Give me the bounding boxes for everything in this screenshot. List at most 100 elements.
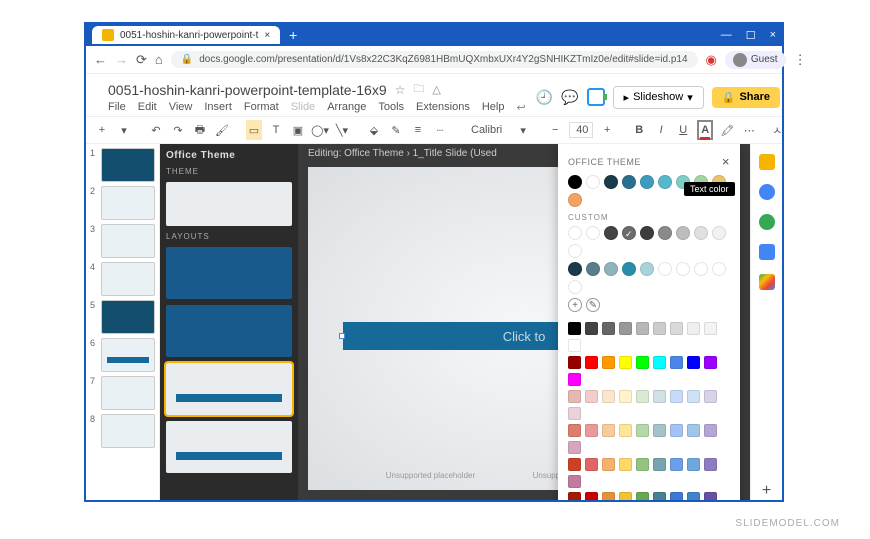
underline-button[interactable]: U <box>675 120 691 140</box>
keep-icon[interactable] <box>759 184 775 200</box>
color-swatch[interactable] <box>694 262 708 276</box>
color-swatch[interactable] <box>619 424 632 437</box>
star-icon[interactable]: ☆ <box>395 83 406 97</box>
minimize-icon[interactable]: — <box>721 29 732 42</box>
doc-title[interactable]: 0051-hoshin-kanri-powerpoint-template-16… <box>108 82 387 98</box>
cloud-icon[interactable]: △ <box>432 83 440 96</box>
color-swatch[interactable] <box>585 424 598 437</box>
menu-tools[interactable]: Tools <box>378 101 404 114</box>
color-swatch[interactable] <box>687 424 700 437</box>
color-swatch[interactable] <box>687 390 700 403</box>
color-swatch[interactable] <box>585 390 598 403</box>
color-swatch[interactable] <box>568 407 581 420</box>
color-swatch[interactable] <box>636 390 649 403</box>
color-swatch[interactable] <box>687 492 700 500</box>
meet-icon[interactable] <box>587 88 605 106</box>
color-swatch[interactable] <box>670 424 683 437</box>
thumb-6[interactable] <box>101 338 155 372</box>
thumb-1[interactable] <box>101 148 155 182</box>
color-swatch[interactable] <box>568 193 582 207</box>
menu-edit[interactable]: Edit <box>138 101 157 114</box>
color-swatch[interactable] <box>670 390 683 403</box>
color-swatch[interactable] <box>585 356 598 369</box>
fill-color-button[interactable]: ⬙ <box>366 120 382 140</box>
color-swatch[interactable] <box>636 492 649 500</box>
color-swatch[interactable] <box>604 226 618 240</box>
calendar-icon[interactable] <box>759 154 775 170</box>
color-swatch[interactable] <box>568 322 581 335</box>
color-swatch[interactable] <box>602 458 615 471</box>
close-window-icon[interactable]: × <box>770 29 776 42</box>
color-swatch[interactable] <box>712 262 726 276</box>
layout-thumb-4[interactable] <box>166 421 292 473</box>
new-tab-button[interactable]: + <box>284 26 302 44</box>
collapse-toolbar-icon[interactable]: ㅅ <box>769 120 782 140</box>
layout-thumb-1[interactable] <box>166 247 292 299</box>
color-swatch[interactable] <box>670 356 683 369</box>
close-tab-icon[interactable]: × <box>264 30 270 41</box>
print-button[interactable]: 🖶 <box>192 120 208 140</box>
color-swatch[interactable] <box>619 458 632 471</box>
color-swatch[interactable] <box>568 458 581 471</box>
color-swatch[interactable] <box>568 390 581 403</box>
highlight-button[interactable]: 🖍 <box>719 120 735 140</box>
color-swatch[interactable] <box>602 424 615 437</box>
color-swatch[interactable] <box>568 175 582 189</box>
color-swatch[interactable] <box>568 280 582 294</box>
thumb-5[interactable] <box>101 300 155 334</box>
color-swatch[interactable] <box>586 262 600 276</box>
chevron-down-icon[interactable]: ▾ <box>687 91 693 104</box>
color-swatch[interactable] <box>704 492 717 500</box>
eyedropper-button[interactable]: ✎ <box>586 298 600 312</box>
move-icon[interactable]: 🗀 <box>413 80 424 99</box>
font-size-input[interactable]: 40 <box>569 122 593 138</box>
undo-button[interactable]: ↶ <box>148 120 164 140</box>
chevron-down-icon[interactable]: ▾ <box>116 120 132 140</box>
thumb-2[interactable] <box>101 186 155 220</box>
redo-button[interactable]: ↷ <box>170 120 186 140</box>
color-swatch[interactable] <box>640 262 654 276</box>
color-swatch[interactable] <box>585 322 598 335</box>
color-swatch[interactable] <box>640 226 654 240</box>
paint-format-button[interactable]: 🖌 <box>214 120 230 140</box>
textbox-tool[interactable]: T <box>268 120 284 140</box>
color-swatch[interactable] <box>568 492 581 500</box>
color-swatch[interactable] <box>568 339 581 352</box>
kebab-menu-icon[interactable]: ⋮ <box>794 52 807 68</box>
resize-handle-left[interactable] <box>339 333 345 339</box>
color-swatch[interactable] <box>653 322 666 335</box>
last-edit-icon[interactable]: ↩ <box>516 101 525 114</box>
color-swatch[interactable] <box>658 226 672 240</box>
menu-format[interactable]: Format <box>244 101 279 114</box>
color-swatch[interactable] <box>568 373 581 386</box>
color-swatch[interactable] <box>568 244 582 258</box>
color-swatch[interactable] <box>676 262 690 276</box>
color-swatch[interactable] <box>604 175 618 189</box>
menu-insert[interactable]: Insert <box>204 101 232 114</box>
color-swatch[interactable] <box>602 356 615 369</box>
menu-file[interactable]: File <box>108 101 126 114</box>
color-swatch[interactable] <box>687 458 700 471</box>
thumb-7[interactable] <box>101 376 155 410</box>
color-swatch[interactable] <box>670 458 683 471</box>
color-swatch[interactable] <box>568 226 582 240</box>
color-swatch[interactable] <box>619 492 632 500</box>
decrease-font-button[interactable]: − <box>547 120 563 140</box>
color-swatch[interactable] <box>658 262 672 276</box>
color-swatch[interactable] <box>640 175 654 189</box>
bold-button[interactable]: B <box>631 120 647 140</box>
tasks-icon[interactable] <box>759 214 775 230</box>
browser-tab[interactable]: 0051-hoshin-kanri-powerpoint-t × <box>92 26 280 44</box>
thumb-8[interactable] <box>101 414 155 448</box>
line-tool[interactable]: ╲▾ <box>334 120 350 140</box>
chat-icon[interactable]: 💬 <box>561 89 578 106</box>
color-swatch[interactable] <box>602 492 615 500</box>
color-swatch[interactable] <box>653 390 666 403</box>
maximize-icon[interactable]: ☐ <box>746 29 756 42</box>
italic-button[interactable]: I <box>653 120 669 140</box>
add-custom-color-button[interactable]: + <box>568 298 582 312</box>
color-swatch[interactable] <box>636 458 649 471</box>
border-weight-button[interactable]: ≡ <box>410 120 426 140</box>
border-color-button[interactable]: ✎ <box>388 120 404 140</box>
layout-thumb-3[interactable] <box>166 363 292 415</box>
